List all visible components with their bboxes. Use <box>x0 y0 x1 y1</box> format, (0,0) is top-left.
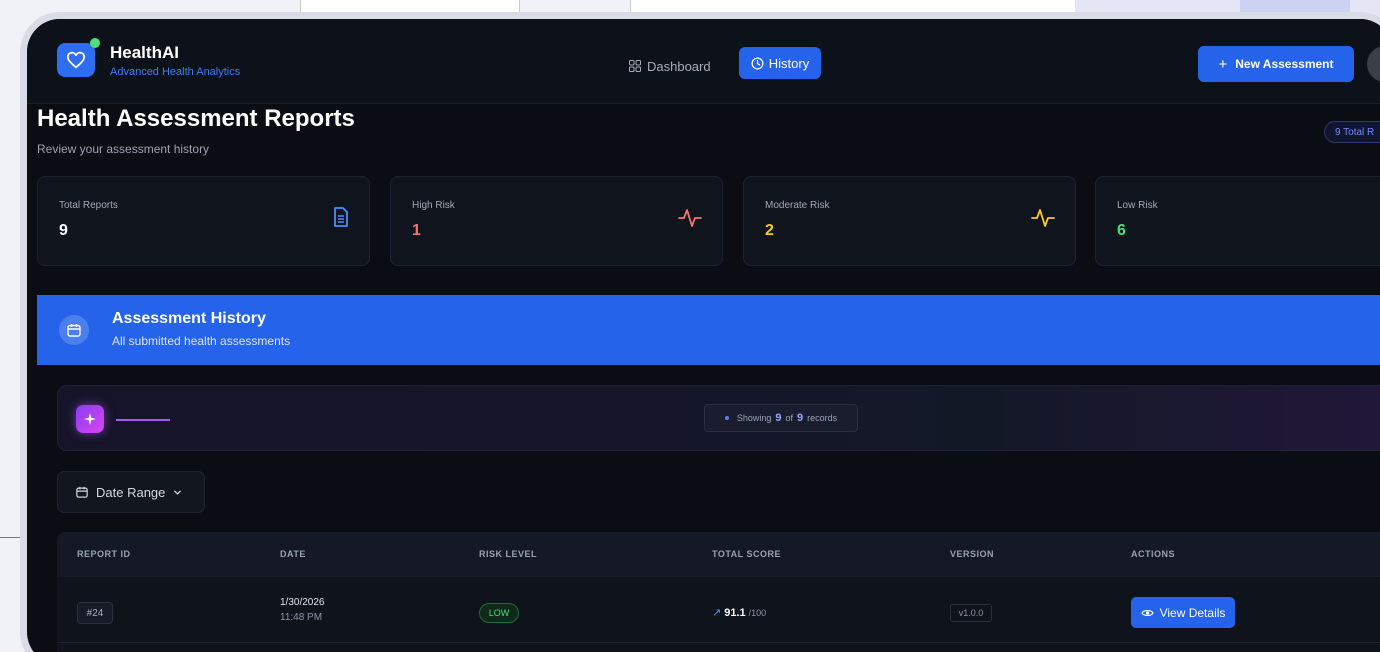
of-label: of <box>785 413 794 423</box>
device-frame: HealthAI Advanced Health Analytics Dashb… <box>20 12 1380 652</box>
date-range-dropdown[interactable]: Date Range <box>57 471 205 513</box>
nav-dashboard-label: Dashboard <box>647 58 711 74</box>
page-subtitle: Review your assessment history <box>37 142 210 156</box>
section-title: Assessment History <box>112 310 266 327</box>
stat-value: 9 <box>59 222 68 239</box>
score-value: 91.1 <box>724 606 746 619</box>
online-status-dot <box>90 38 100 48</box>
report-time: 11:48 PM <box>280 612 323 623</box>
report-id: #24 <box>77 602 113 624</box>
stat-value: 6 <box>1117 222 1126 239</box>
eye-icon <box>1140 609 1154 616</box>
nav-dashboard[interactable]: Dashboard <box>629 51 711 81</box>
calendar-icon <box>59 315 89 345</box>
assessment-history-header: Assessment History All submitted health … <box>37 295 1380 365</box>
page-title: Health Assessment Reports <box>37 105 355 132</box>
nav-history[interactable]: History <box>739 47 821 79</box>
table-row[interactable] <box>57 644 1380 652</box>
reports-table: REPORT ID DATE RISK LEVEL TOTAL SCORE VE… <box>57 532 1380 652</box>
progress-line <box>116 419 170 421</box>
showing-prefix: Showing <box>736 413 772 423</box>
document-icon <box>334 207 348 227</box>
logo[interactable] <box>57 38 100 77</box>
background-divider <box>0 537 22 538</box>
column-header-report-id[interactable]: REPORT ID <box>77 549 131 559</box>
plus-icon: + <box>1218 55 1228 73</box>
sparkle-icon[interactable] <box>76 405 104 433</box>
total-reports-badge: 9 Total R <box>1324 121 1380 143</box>
column-header-date[interactable]: DATE <box>280 549 306 559</box>
activity-icon <box>678 209 702 227</box>
date-range-label: Date Range <box>96 484 166 500</box>
stat-label: High Risk <box>412 200 455 211</box>
view-details-label: View Details <box>1159 605 1226 620</box>
records-count: Showing 9 of 9 records <box>704 404 858 432</box>
dot-icon <box>724 416 729 420</box>
score-max: /100 <box>748 607 767 618</box>
column-header-total-score[interactable]: TOTAL SCORE <box>712 549 781 559</box>
filter-bar: Showing 9 of 9 records <box>57 385 1380 451</box>
new-assessment-label: New Assessment <box>1235 57 1334 71</box>
column-header-risk-level[interactable]: RISK LEVEL <box>479 549 537 559</box>
report-date: 1/30/2026 <box>280 597 325 608</box>
total-count: 9 <box>797 412 804 424</box>
calendar-icon <box>76 486 88 498</box>
stat-label: Low Risk <box>1117 200 1158 211</box>
stat-card-moderate-risk: Moderate Risk 2 <box>743 176 1076 266</box>
grid-icon <box>629 60 641 72</box>
stat-card-total: Total Reports 9 <box>37 176 370 266</box>
stat-card-low-risk: Low Risk 6 <box>1095 176 1380 266</box>
stat-label: Moderate Risk <box>765 200 830 211</box>
table-row[interactable]: #24 1/30/2026 11:48 PM LOW ↗ 91.1 /100 v… <box>57 587 1380 643</box>
section-subtitle: All submitted health assessments <box>112 334 291 348</box>
top-navbar: HealthAI Advanced Health Analytics Dashb… <box>27 19 1380 104</box>
stat-value: 1 <box>412 222 421 239</box>
shown-count: 9 <box>775 412 782 424</box>
new-assessment-button[interactable]: + New Assessment <box>1198 46 1354 82</box>
table-header: REPORT ID DATE RISK LEVEL TOTAL SCORE VE… <box>57 532 1380 577</box>
nav-history-label: History <box>768 55 810 71</box>
app-screen: HealthAI Advanced Health Analytics Dashb… <box>27 19 1380 652</box>
column-header-actions: ACTIONS <box>1131 549 1175 559</box>
stat-card-high-risk: High Risk 1 <box>390 176 723 266</box>
version-badge: v1.0.0 <box>950 604 992 622</box>
chevron-down-icon <box>174 490 182 495</box>
view-details-button[interactable]: View Details <box>1131 597 1235 628</box>
total-score: ↗ 91.1 /100 <box>712 606 767 620</box>
app-name: HealthAI <box>110 43 179 62</box>
heart-icon <box>66 51 86 69</box>
stat-value: 2 <box>765 222 774 239</box>
risk-badge: LOW <box>479 603 519 623</box>
stat-label: Total Reports <box>59 200 118 211</box>
trend-up-icon: ↗ <box>712 607 722 619</box>
clock-icon <box>751 56 764 70</box>
activity-icon <box>1031 209 1055 227</box>
column-header-version[interactable]: VERSION <box>950 549 994 559</box>
app-tagline: Advanced Health Analytics <box>110 66 241 78</box>
avatar[interactable] <box>1367 46 1380 82</box>
records-label: records <box>807 413 838 423</box>
